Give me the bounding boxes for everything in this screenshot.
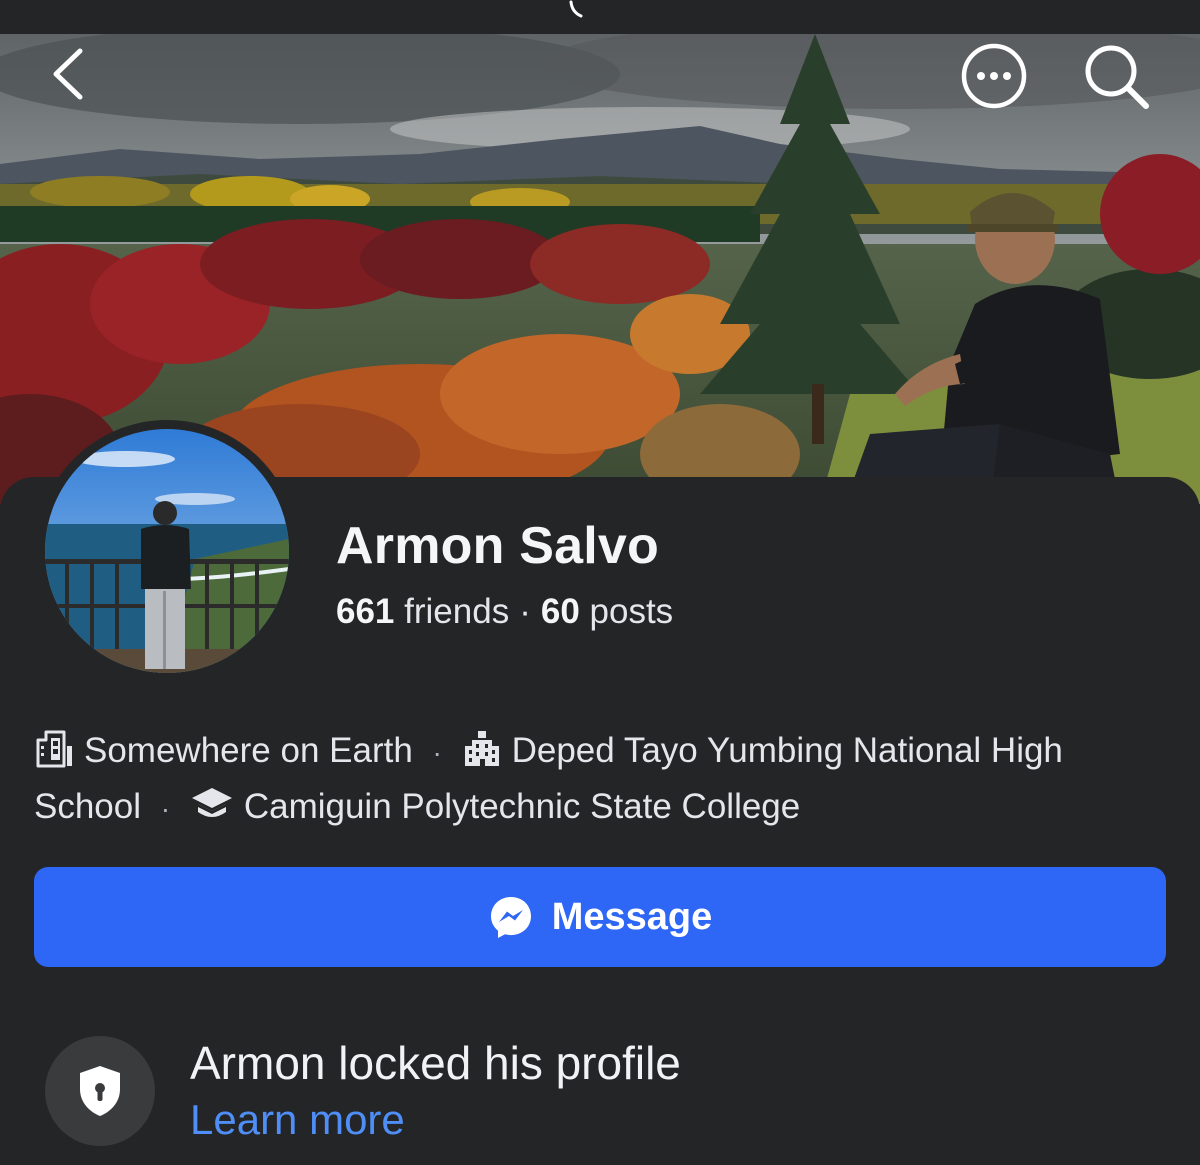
stats-separator: ·	[519, 592, 531, 631]
search-button[interactable]	[1080, 40, 1152, 112]
search-icon	[1085, 45, 1149, 109]
school-building-icon	[464, 731, 499, 766]
status-bar	[0, 0, 1200, 34]
college-text: Camiguin Polytechnic State College	[243, 787, 801, 826]
profile-picture[interactable]	[36, 420, 298, 682]
profile-details: Somewhere on Earth · Deped Tayo Yumbing …	[34, 724, 1174, 836]
graduation-cap-icon	[191, 788, 232, 817]
avatar	[45, 429, 289, 673]
avatar-image	[45, 429, 289, 673]
friends-count[interactable]: 661	[336, 592, 394, 631]
location-detail: Somewhere on Earth	[34, 730, 423, 770]
friends-label[interactable]: friends	[404, 592, 509, 631]
college-detail[interactable]: Camiguin Polytechnic State College	[180, 787, 800, 826]
message-button-label: Message	[551, 895, 713, 938]
shield-lock-icon	[80, 1066, 120, 1116]
loading-indicator	[569, 0, 583, 18]
message-button[interactable]: Message	[34, 867, 1166, 967]
chevron-left-icon	[53, 48, 83, 100]
lock-notice-icon-wrap	[45, 1036, 155, 1146]
more-options-button[interactable]	[960, 42, 1028, 110]
back-button[interactable]	[40, 44, 96, 104]
more-horizontal-circle-icon	[961, 43, 1027, 109]
posts-count: 60	[540, 592, 580, 631]
detail-separator: ·	[432, 737, 442, 768]
detail-separator: ·	[160, 793, 171, 824]
messenger-icon	[490, 897, 531, 938]
profile-name: Armon Salvo	[336, 517, 659, 575]
posts-label: posts	[589, 592, 674, 631]
profile-stats: 661 friends · 60 posts	[336, 592, 673, 632]
lock-notice-title: Armon locked his profile	[190, 1037, 681, 1089]
city-building-icon	[36, 730, 72, 768]
location-text: Somewhere on Earth	[84, 731, 413, 770]
learn-more-link[interactable]: Learn more	[190, 1096, 405, 1144]
